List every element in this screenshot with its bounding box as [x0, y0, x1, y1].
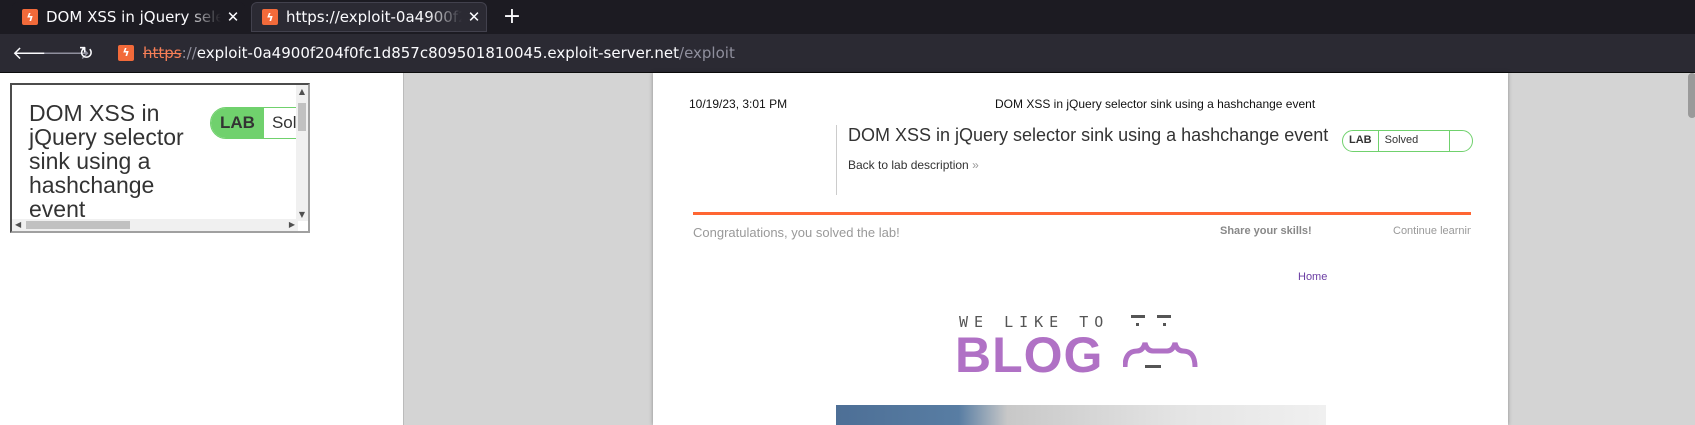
- url-bar[interactable]: https://exploit-0a4900f204f0fc1d857c8095…: [143, 44, 735, 62]
- portswigger-favicon-icon: ϟ: [262, 9, 278, 25]
- page-content: DOM XSS in jQuery selector sink using a …: [0, 73, 1695, 425]
- lab-status-badge: LAB Solved: [1342, 130, 1473, 152]
- url-scheme: https: [143, 44, 182, 62]
- double-chevron-icon: »: [972, 158, 979, 172]
- url-path: /exploit: [679, 44, 735, 62]
- close-tab-icon[interactable]: ✕: [221, 8, 245, 26]
- horizontal-scrollbar[interactable]: ◀ ▶: [12, 219, 298, 231]
- blog-hero-image: [836, 405, 1326, 425]
- tab-title: https://exploit-0a4900f204f0fc1d857c8095…: [286, 8, 462, 26]
- print-preview-page: 10/19/23, 3:01 PM DOM XSS in jQuery sele…: [653, 73, 1508, 425]
- continue-learning-link[interactable]: Continue learning: [1393, 225, 1471, 237]
- vertical-scrollbar[interactable]: ▲ ▼: [296, 85, 308, 221]
- site-favicon-icon: ϟ: [118, 45, 134, 61]
- blog-logo-text: BLOG: [955, 327, 1104, 383]
- iframe-lab-title: DOM XSS in jQuery selector sink using a …: [29, 100, 184, 222]
- portswigger-favicon-icon: ϟ: [22, 9, 38, 25]
- back-to-lab-link[interactable]: Back to lab description »: [848, 158, 979, 172]
- close-tab-icon[interactable]: ✕: [462, 8, 486, 26]
- tab-lab[interactable]: ϟ DOM XSS in jQuery selector sink using …: [12, 2, 245, 32]
- reload-icon[interactable]: ↻: [75, 43, 97, 65]
- share-skills-label: Share your skills!: [1220, 225, 1312, 237]
- nav-home-link[interactable]: Home: [1298, 271, 1327, 283]
- scroll-up-icon[interactable]: ▲: [296, 87, 308, 96]
- lab-header-divider: [836, 125, 837, 195]
- back-link-label: Back to lab description: [848, 158, 969, 172]
- forward-arrow-icon[interactable]: 🡒: [42, 43, 90, 65]
- lab-label: LAB: [211, 108, 264, 138]
- print-header-title: DOM XSS in jQuery selector sink using a …: [995, 97, 1316, 111]
- scroll-left-icon[interactable]: ◀: [15, 219, 21, 231]
- tab-bar: ϟ DOM XSS in jQuery selector sink using …: [0, 0, 1695, 34]
- tab-exploit[interactable]: ϟ https://exploit-0a4900f204f0fc1d857c80…: [251, 2, 487, 32]
- url-separator: ://: [181, 44, 197, 62]
- scrollbar-thumb[interactable]: [298, 103, 306, 131]
- blog-logo-face-icon: [1123, 315, 1198, 368]
- page-scrollbar[interactable]: [1688, 73, 1695, 118]
- lab-label: LAB: [1343, 131, 1379, 151]
- lab-status-badge: LAB Solved: [210, 107, 308, 139]
- congratulations-message: Congratulations, you solved the lab!: [693, 225, 900, 240]
- print-date: 10/19/23, 3:01 PM: [689, 97, 788, 111]
- lab-status: Solved: [1379, 131, 1450, 151]
- scrollbar-thumb[interactable]: [26, 221, 130, 229]
- solved-banner-divider: [693, 212, 1471, 215]
- scroll-right-icon[interactable]: ▶: [289, 219, 295, 231]
- tab-title: DOM XSS in jQuery selector sink using a …: [46, 8, 221, 26]
- exploit-iframe[interactable]: DOM XSS in jQuery selector sink using a …: [10, 83, 310, 233]
- url-host: exploit-0a4900f204f0fc1d857c809501810045…: [196, 44, 680, 62]
- scroll-down-icon[interactable]: ▼: [296, 210, 308, 219]
- lab-title: DOM XSS in jQuery selector sink using a …: [848, 125, 1329, 145]
- back-arrow-icon[interactable]: 🡐: [12, 43, 60, 65]
- new-tab-button[interactable]: +: [500, 5, 524, 29]
